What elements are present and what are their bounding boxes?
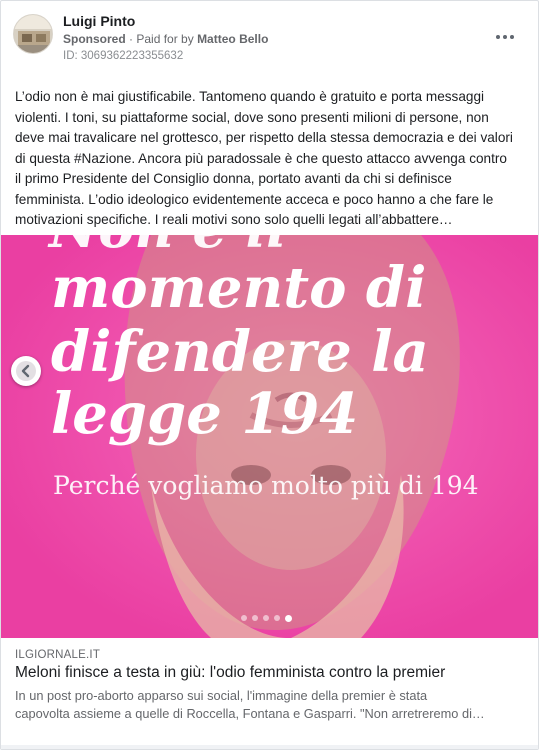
carousel-prev-button[interactable] [11,356,41,386]
post-body-text: L’odio non è mai giustificabile. Tantome… [15,87,527,231]
carousel-headline-line-3: legge 194 [51,381,358,447]
paid-for-name[interactable]: Matteo Bello [197,32,268,46]
ad-id: ID: 3069362223355632 [63,50,184,62]
carousel-dot[interactable] [263,615,269,621]
body-line: il primo Presidente del Consiglio donna,… [15,171,452,186]
body-line: femminista. L’odio ideologico evidenteme… [15,191,494,207]
link-description-line: capovolta assieme a quelle di Roccella, … [15,706,485,721]
link-title[interactable]: Meloni finisce a testa in giù: l'odio fe… [15,664,525,682]
body-line: violenti. I toni, su piattaforme social,… [15,109,489,125]
carousel-dot-active[interactable] [285,614,292,622]
avatar-photo-icon [14,15,52,53]
sponsored-label: Sponsored [63,32,126,46]
card-bottom-divider [1,745,538,749]
author-name[interactable]: Luigi Pinto [63,13,135,29]
post-header: Luigi Pinto Sponsored · Paid for by Matt… [1,1,538,77]
carousel-headline-line-2: difendere la [51,319,429,385]
link-domain: ILGIORNALE.IT [15,649,101,661]
more-horizontal-icon [496,35,514,39]
ad-post-card: Luigi Pinto Sponsored · Paid for by Matt… [0,0,539,750]
carousel-dot[interactable] [241,615,247,621]
link-description: In un post pro-aborto apparso sui social… [15,687,523,723]
image-carousel[interactable]: Non è il momento di difendere la legge 1… [1,235,538,638]
paid-for-prefix: · Paid for by [129,32,194,46]
link-description-line: In un post pro-aborto apparso sui social… [15,688,428,703]
carousel-headline-line-1: momento di [51,255,426,321]
body-line: motivazioni specifiche. I reali motivi s… [15,212,453,227]
carousel-dot[interactable] [252,615,258,621]
body-line: L’odio non è mai giustificabile. Tantome… [15,89,485,104]
sponsored-meta: Sponsored · Paid for by Matteo Bello [63,32,268,46]
body-line: deve mai travalicare nel grottesco, per … [15,130,513,145]
link-preview[interactable]: ILGIORNALE.IT Meloni finisce a testa in … [1,638,538,749]
body-line: di questa #Nazione. Ancora più paradossa… [15,150,507,166]
author-avatar[interactable] [13,14,53,54]
carousel-image: Non è il momento di difendere la legge 1… [1,235,538,638]
chevron-left-icon [16,361,36,381]
more-options-button[interactable] [492,27,518,47]
carousel-subline: Perché vogliamo molto più di 194 [53,471,479,500]
carousel-dot[interactable] [274,615,280,621]
